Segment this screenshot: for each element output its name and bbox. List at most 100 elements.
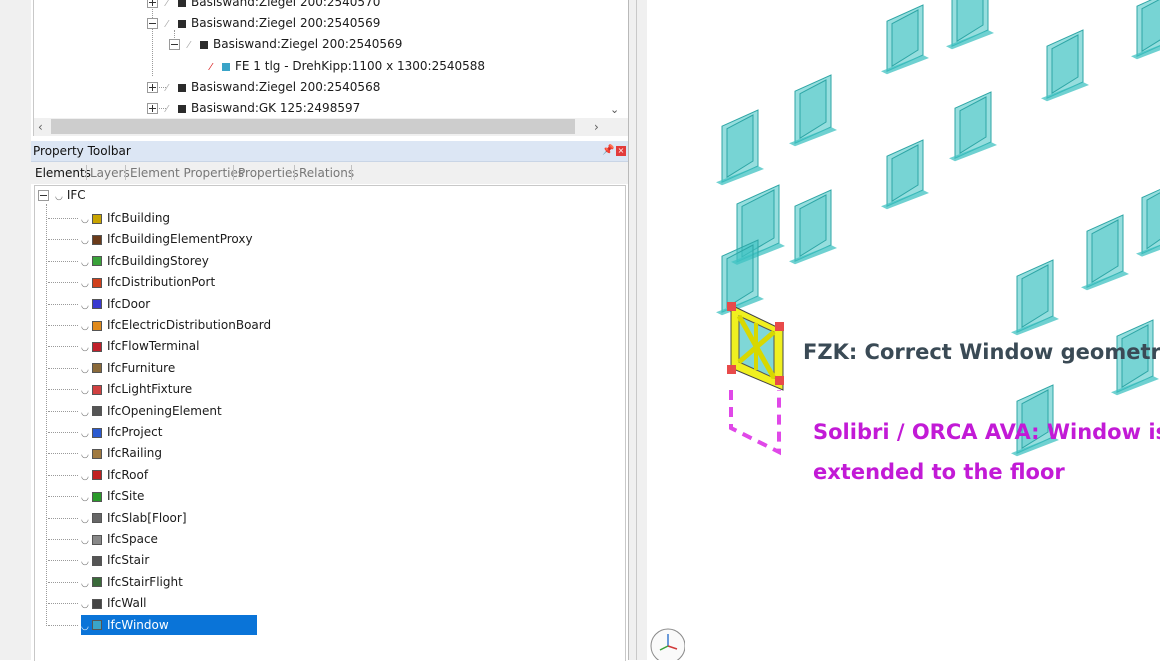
tree-connector [48, 260, 78, 262]
collapse-icon[interactable] [38, 190, 49, 201]
element-list-item[interactable]: ◡ IfcStair [81, 550, 149, 570]
element-list-item[interactable]: ◡ IfcRoof [81, 465, 148, 485]
eye-icon[interactable]: ◡ [81, 296, 92, 316]
element-list-item[interactable]: ◡ IfcBuildingElementProxy [81, 229, 253, 249]
window-element[interactable] [1131, 0, 1160, 60]
tree-connector [48, 624, 78, 626]
element-list-item[interactable]: ◡ IfcLightFixture [81, 379, 192, 399]
element-list-item[interactable]: ◡ IfcSite [81, 486, 144, 506]
ifc-type-icon [92, 620, 102, 631]
element-list-item[interactable]: ◡ IfcElectricDistributionBoard [81, 315, 271, 335]
element-list-item[interactable]: ◡ IfcSpace [81, 529, 158, 549]
tree-row[interactable]: ⁄ Basiswand:Ziegel 200:2540570 [147, 0, 380, 13]
window-element[interactable] [1011, 259, 1059, 336]
tree-row[interactable]: ⁄ FE 1 tlg - DrehKipp:1100 x 1300:2540588 [210, 56, 485, 77]
eye-icon[interactable]: ◡ [81, 317, 92, 337]
window-element[interactable] [716, 239, 764, 316]
window-element[interactable] [946, 0, 994, 50]
collapse-icon[interactable] [169, 39, 180, 50]
eye-icon[interactable]: ◡ [81, 595, 92, 615]
tree-row[interactable]: ⁄ Basiswand:GK 125:2498597 [147, 98, 360, 118]
ifc-type-icon [92, 341, 102, 352]
eye-icon[interactable]: ◡ [81, 488, 92, 508]
eye-icon[interactable]: ◡ [81, 338, 92, 358]
window-element[interactable] [949, 91, 997, 162]
element-list-item[interactable]: ◡ IfcProject [81, 422, 162, 442]
3d-viewport[interactable]: FZK: Correct Window geometry Solibri / O… [647, 0, 1160, 660]
scroll-right-arrow-icon[interactable]: › [594, 120, 599, 134]
ifc-type-icon [92, 555, 102, 566]
eye-icon[interactable]: ◡ [81, 210, 92, 230]
eye-icon[interactable]: ◡ [81, 617, 92, 637]
pin-icon[interactable]: 📌 [602, 145, 614, 156]
element-list-item[interactable]: ◡ IfcBuilding [81, 208, 170, 228]
eye-icon[interactable]: ◡ [81, 403, 92, 423]
tab-relations[interactable]: Relations [299, 166, 354, 180]
eye-icon[interactable]: ◡ [81, 274, 92, 294]
element-list-item[interactable]: ◡ IfcFurniture [81, 358, 175, 378]
ifc-type-icon [92, 363, 102, 374]
element-list-item[interactable]: ◡ IfcSlab[Floor] [81, 508, 187, 528]
eye-icon[interactable]: ◡ [81, 445, 92, 465]
tree-connector [48, 325, 78, 326]
tab-layers[interactable]: Layers [90, 166, 130, 180]
window-element[interactable] [1136, 185, 1160, 257]
window-element[interactable] [881, 139, 929, 210]
window-element[interactable] [789, 189, 837, 265]
eye-icon[interactable]: ◡ [81, 467, 92, 487]
tree-connector [48, 474, 78, 476]
tree-row-label: Basiswand:Ziegel 200:2540569 [191, 16, 381, 30]
collapse-icon[interactable] [147, 18, 158, 29]
window-element[interactable] [716, 109, 764, 186]
element-list-item[interactable]: ◡ IfcWall [81, 593, 146, 613]
wall-icon [178, 104, 186, 113]
eye-icon[interactable]: ◡ [81, 381, 92, 401]
eye-icon[interactable]: ◡ [81, 253, 92, 273]
expand-icon[interactable] [147, 0, 158, 8]
window-element[interactable] [789, 74, 837, 147]
tree-row[interactable]: ⁄ Basiswand:Ziegel 200:2540568 [147, 77, 380, 98]
highlighted-window[interactable] [727, 302, 784, 391]
element-list-item[interactable]: ◡ IfcDistributionPort [81, 272, 215, 292]
eye-icon[interactable]: ◡ [81, 574, 92, 594]
tree-connector [48, 218, 78, 219]
scroll-down-arrow-icon[interactable]: ⌄ [610, 103, 619, 116]
element-list-label: IfcFlowTerminal [107, 339, 200, 354]
close-icon[interactable]: × [616, 146, 626, 156]
window-element[interactable] [881, 4, 929, 75]
element-list-item[interactable]: ◡ IfcWindow [81, 614, 257, 637]
ifc-type-icon [92, 406, 102, 417]
eye-icon[interactable]: ◡ [81, 531, 92, 551]
element-list-item[interactable]: ◡ IfcOpeningElement [81, 401, 222, 421]
scrollbar-thumb[interactable] [51, 119, 575, 134]
eye-icon[interactable]: ◡ [55, 192, 63, 202]
tree-root-ifc[interactable]: ◡ IFC [38, 188, 86, 202]
element-list-item[interactable]: ◡ IfcStairFlight [81, 572, 183, 592]
axes-gizmo-icon[interactable] [649, 628, 685, 660]
element-list-item[interactable]: ◡ IfcRailing [81, 443, 162, 463]
panel-splitter[interactable] [628, 0, 648, 660]
tab-elements[interactable]: Elements [35, 166, 91, 180]
tree-row[interactable]: ⁄ Basiswand:Ziegel 200:2540569 [147, 13, 380, 34]
expand-icon[interactable] [147, 103, 158, 114]
window-element[interactable] [1081, 214, 1129, 291]
scroll-left-arrow-icon[interactable]: ‹ [38, 120, 43, 134]
element-list-item[interactable]: ◡ IfcFlowTerminal [81, 336, 199, 356]
eye-icon[interactable]: ◡ [81, 360, 92, 380]
tree-connector [48, 453, 78, 455]
eye-icon[interactable]: ◡ [81, 552, 92, 572]
element-list-item[interactable]: ◡ IfcBuildingStorey [81, 251, 209, 271]
window-element[interactable] [1041, 29, 1089, 102]
ifc-type-icon [92, 256, 102, 267]
eye-icon[interactable]: ◡ [81, 510, 92, 530]
expand-icon[interactable] [147, 82, 158, 93]
edit-icon: ⁄ [166, 104, 168, 115]
tab-separator [86, 165, 87, 180]
eye-icon[interactable]: ◡ [81, 424, 92, 444]
tree-connector [48, 346, 78, 348]
element-list-item[interactable]: ◡ IfcDoor [81, 294, 150, 314]
tab-element-properties[interactable]: Element Properties [130, 166, 244, 180]
tree-row[interactable]: ⁄ Basiswand:Ziegel 200:2540569 [169, 34, 402, 55]
eye-icon[interactable]: ◡ [81, 231, 92, 251]
tab-properties[interactable]: Properties [238, 166, 299, 180]
